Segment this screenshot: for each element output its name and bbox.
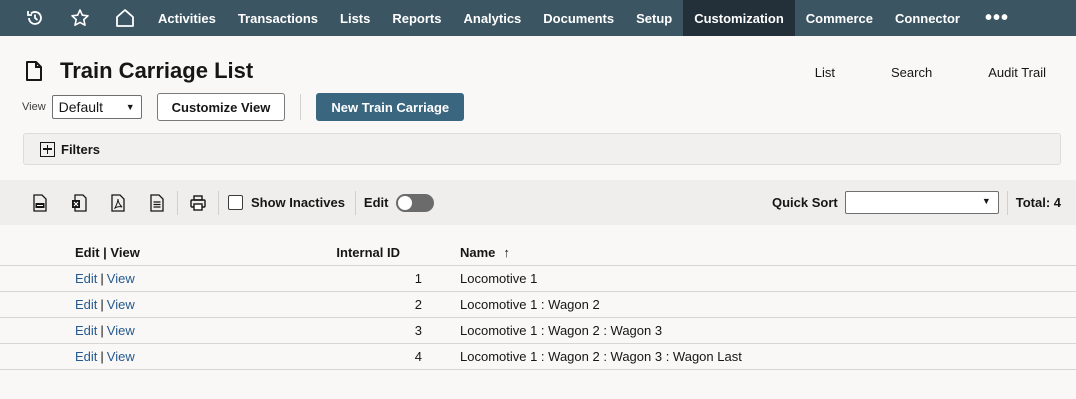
name-cell: Locomotive 1 : Wagon 2 : Wagon 3 [460,323,663,338]
list-link[interactable]: List [815,65,835,80]
column-header-name-label: Name [460,245,496,260]
page-links: List Search Audit Trail [759,65,1046,80]
divider [177,190,178,215]
row-actions: Edit | View [75,271,135,286]
nav-activities[interactable]: Activities [147,0,227,36]
total-count: Total: 4 [1015,195,1061,210]
name-cell: Locomotive 1 [460,271,538,286]
recent-icon[interactable] [12,0,57,36]
list-toolbar: Show Inactives Edit Quick Sort ▼ Total: … [0,180,1076,225]
divider [300,94,302,120]
table-row: Edit | View 3 Locomotive 1 : Wagon 2 : Wag… [0,318,1076,344]
table-row: Edit | View 2 Locomotive 1 : Wagon 2 [0,292,1076,318]
show-inactives-checkbox[interactable] [228,195,243,210]
filters-label: Filters [61,141,101,157]
toolbar-right: Quick Sort ▼ Total: 4 [772,180,1061,225]
nav-connector[interactable]: Connector [884,0,971,36]
divider [218,190,219,215]
nav-documents[interactable]: Documents [532,0,625,36]
view-controls: View Default ▼ Customize View New Train … [22,93,465,121]
top-navigation: Activities Transactions Lists Reports An… [0,0,1076,36]
expand-icon [40,141,55,157]
row-actions: Edit | View [75,349,135,364]
edit-toggle-label: Edit [363,195,389,210]
table-row: Edit | View 4 Locomotive 1 : Wagon 2 : Wag… [0,344,1076,370]
view-link[interactable]: View [107,349,135,364]
quick-sort-label: Quick Sort [771,195,838,210]
name-cell: Locomotive 1 : Wagon 2 : Wagon 3 : Wagon… [460,349,742,364]
more-icon[interactable]: ••• [971,0,1023,36]
show-inactives-label[interactable]: Show Inactives [251,195,345,210]
row-actions: Edit | View [75,297,135,312]
internal-id-cell: 2 [414,297,422,312]
separator: | [100,349,104,364]
search-link[interactable]: Search [891,65,932,80]
new-train-carriage-button[interactable]: New Train Carriage [316,93,465,121]
view-select-value: Default [58,99,104,115]
nav-customization[interactable]: Customization [683,0,795,36]
customize-view-button[interactable]: Customize View [156,93,286,121]
nav-commerce[interactable]: Commerce [795,0,884,36]
view-link[interactable]: View [107,271,135,286]
row-actions: Edit | View [75,323,135,338]
nav-setup[interactable]: Setup [625,0,683,36]
name-cell: Locomotive 1 : Wagon 2 [460,297,600,312]
sort-ascending-icon: ↑ [503,245,510,260]
separator: | [100,323,104,338]
edit-toggle[interactable] [396,193,435,212]
print-icon[interactable] [188,193,208,213]
internal-id-cell: 3 [414,323,422,338]
edit-link[interactable]: Edit [75,297,97,312]
home-icon[interactable] [102,0,147,36]
column-header-internal-id[interactable]: Internal ID [336,245,400,260]
document-export-icon[interactable] [147,193,167,213]
results-table: Edit | View Internal ID Name ↑ Edit | View … [0,240,1076,370]
nav-lists[interactable]: Lists [329,0,381,36]
star-icon[interactable] [57,0,102,36]
edit-link[interactable]: Edit [75,349,97,364]
view-select[interactable]: Default ▼ [51,95,142,119]
page-title: Train Carriage List [60,58,254,83]
column-header-name[interactable]: Name ↑ [460,245,510,260]
separator: | [100,271,104,286]
column-header-edit-view: Edit | View [75,245,140,260]
chevron-down-icon: ▼ [981,196,991,206]
pdf-export-icon[interactable] [108,193,128,213]
document-icon [26,61,42,81]
table-row: Edit | View 1 Locomotive 1 [0,266,1076,292]
view-label: View [22,101,46,113]
view-link[interactable]: View [107,297,135,312]
edit-link[interactable]: Edit [75,323,97,338]
page-header: Train Carriage List [24,58,253,84]
table-header: Edit | View Internal ID Name ↑ [0,240,1076,266]
divider [1006,190,1008,215]
separator: | [100,297,104,312]
nav-transactions[interactable]: Transactions [227,0,329,36]
divider [354,190,356,215]
audit-trail-link[interactable]: Audit Trail [988,65,1046,80]
quick-sort-select[interactable]: ▼ [844,191,999,214]
filters-panel[interactable]: Filters [23,133,1061,165]
csv-export-icon[interactable] [30,193,50,213]
chevron-down-icon: ▼ [125,102,135,112]
internal-id-cell: 4 [414,349,422,364]
excel-export-icon[interactable] [69,193,89,213]
view-link[interactable]: View [107,323,135,338]
internal-id-cell: 1 [414,271,422,286]
edit-link[interactable]: Edit [75,271,97,286]
nav-analytics[interactable]: Analytics [452,0,532,36]
nav-reports[interactable]: Reports [381,0,452,36]
